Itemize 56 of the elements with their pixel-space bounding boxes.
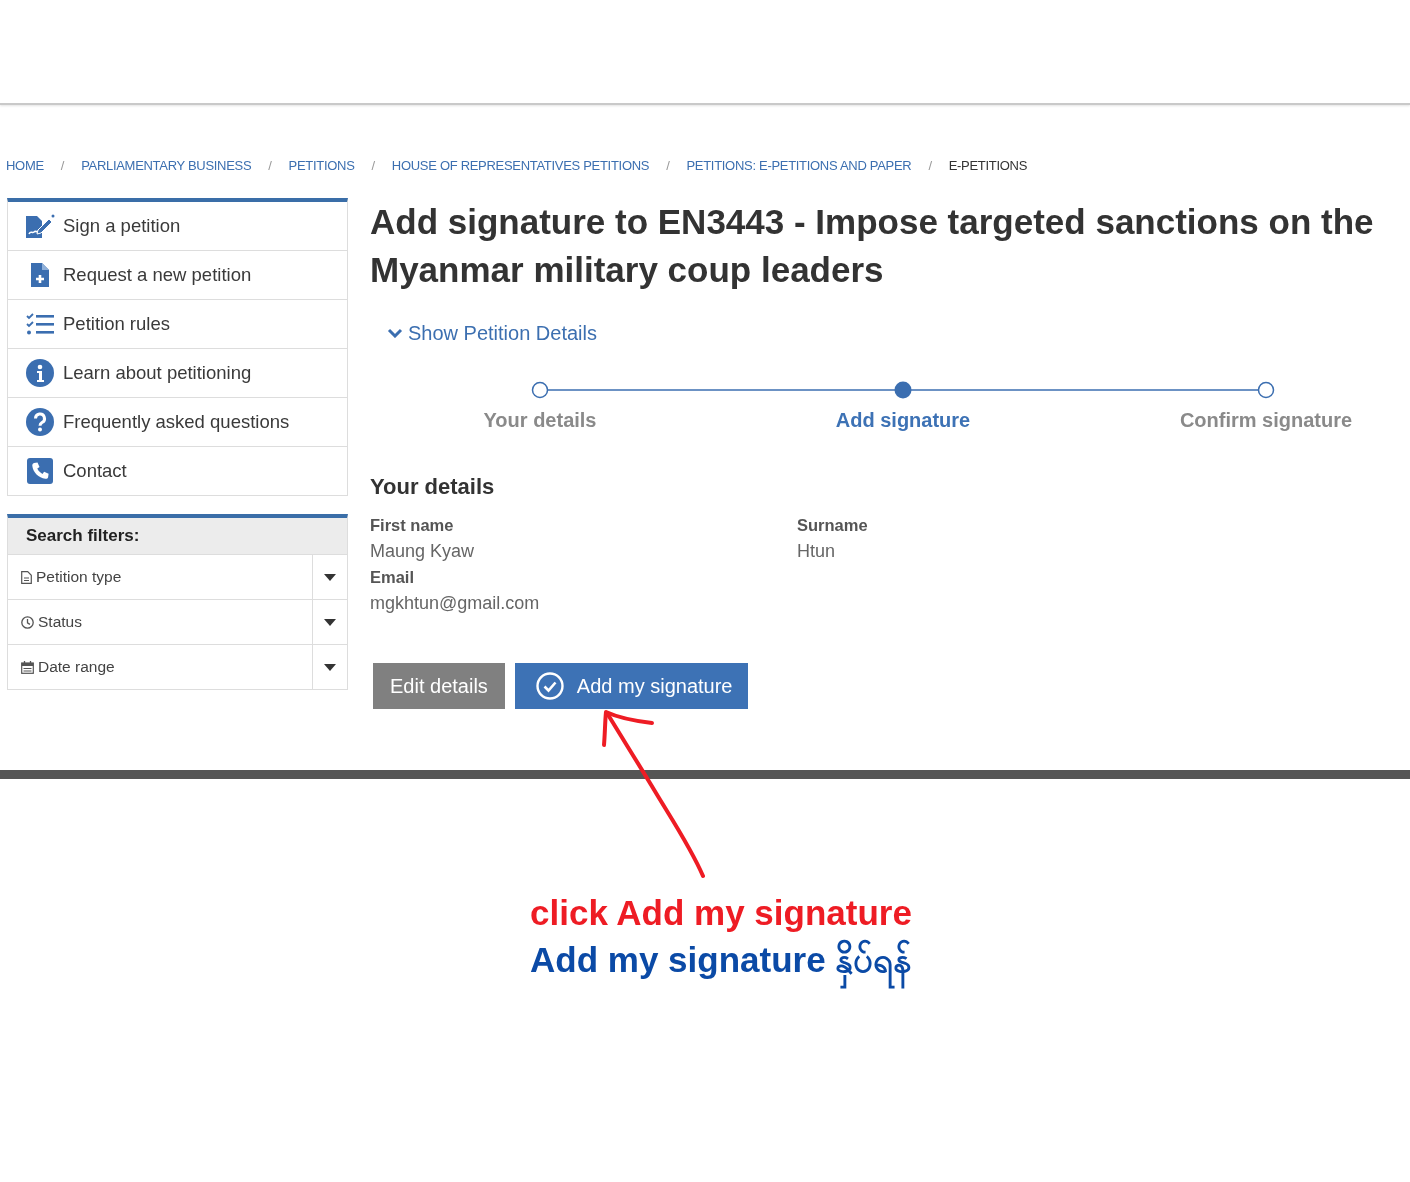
help-icon (26, 408, 54, 436)
step-label: Your details (482, 408, 598, 432)
edit-details-button[interactable]: Edit details (373, 663, 505, 709)
sidebar-item[interactable]: Frequently asked questions (8, 398, 347, 447)
filter-button[interactable]: Date range (8, 645, 312, 689)
document-icon (21, 570, 32, 584)
filter-button[interactable]: Petition type (8, 555, 312, 599)
breadcrumb-link[interactable]: HOUSE OF REPRESENTATIVES PETITIONS (391, 157, 650, 175)
annotation-text: Add my signature နှိပ်ရန် (530, 936, 913, 995)
sidebar-item[interactable]: Request a new petition (8, 251, 347, 300)
sidebar-item-label: Sign a petition (63, 215, 181, 237)
breadcrumb-separator: / (666, 157, 670, 175)
checklist-icon (26, 313, 54, 335)
breadcrumb-link[interactable]: HOME (6, 157, 44, 175)
field-label: Surname (797, 515, 869, 536)
sidebar-item[interactable]: Petition rules (8, 300, 347, 349)
sidebar-item[interactable]: Learn about petitioning (8, 349, 347, 398)
info-icon (26, 359, 54, 387)
field-value: mgkhtun@gmail.com (370, 592, 541, 615)
field-label: First name (370, 515, 455, 536)
document-plus-icon (31, 263, 49, 287)
calendar-icon (21, 660, 34, 674)
breadcrumb-separator: / (928, 157, 932, 175)
sidebar-item-label: Petition rules (63, 313, 170, 335)
caret-icon (324, 663, 336, 671)
caret-icon (324, 573, 336, 581)
breadcrumb-current: E-PETITIONS (948, 157, 1028, 175)
breadcrumb-separator: / (60, 157, 65, 175)
check-circle-icon (535, 672, 564, 700)
step-label: Confirm signature (1178, 408, 1354, 432)
section-heading: Your details (370, 473, 496, 501)
clock-icon (21, 615, 34, 629)
filter-button[interactable]: Status (8, 600, 312, 644)
filter-panel-header: Search filters: (8, 518, 347, 555)
breadcrumb-link[interactable]: PARLIAMENTARY BUSINESS (81, 157, 252, 175)
breadcrumb-link[interactable]: PETITIONS (288, 157, 355, 175)
annotation-text: click Add my signature (530, 892, 912, 934)
page-title: Add signature to EN3443 - Impose targeted sanctions on the Myanmar military coup leaders (370, 201, 1375, 291)
document-pen-icon (25, 213, 55, 239)
caret-icon (324, 618, 336, 626)
sidebar-item[interactable]: Contact (8, 447, 347, 496)
breadcrumb-link[interactable]: PETITIONS: E-PETITIONS AND PAPER (686, 157, 912, 175)
phone-icon (27, 458, 53, 484)
sidebar-item[interactable]: Sign a petition (8, 202, 347, 251)
sidebar-item-label: Contact (63, 460, 127, 482)
breadcrumb-separator: / (268, 157, 272, 175)
field-label: Email (370, 567, 416, 588)
sidebar-item-label: Frequently asked questions (63, 411, 290, 433)
sidebar-item-label: Learn about petitioning (63, 362, 252, 384)
add-signature-button[interactable]: Add my signature (514, 663, 749, 709)
breadcrumb-separator: / (371, 157, 375, 175)
field-value: Htun (797, 540, 837, 563)
sidebar-item-label: Request a new petition (63, 264, 252, 286)
field-value: Maung Kyaw (370, 540, 476, 563)
step-label: Add signature (834, 408, 972, 432)
show-details-link[interactable]: Show Petition Details (387, 322, 597, 344)
